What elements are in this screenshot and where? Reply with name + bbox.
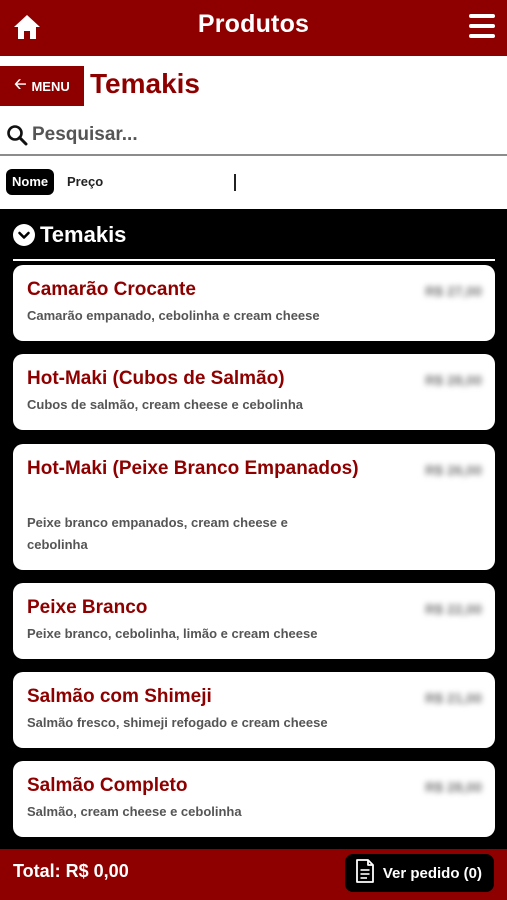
- product-name: Camarão Crocante: [27, 279, 196, 300]
- search-input[interactable]: [32, 120, 492, 150]
- product-price: R$ 22,00: [425, 601, 482, 617]
- product-description: Peixe branco empanados, cream cheese e c…: [27, 515, 288, 552]
- product-name: Salmão com Shimeji: [27, 686, 212, 707]
- chevron-down-circle-icon: [13, 224, 35, 246]
- sort-by-price-button[interactable]: Preço: [67, 174, 103, 189]
- order-total: Total: R$ 0,00: [13, 861, 129, 881]
- search-icon: [6, 124, 28, 146]
- product-name: Salmão Completo: [27, 775, 188, 796]
- section-title: Temakis: [40, 222, 127, 247]
- product-list-area: Temakis Camarão Crocante Camarão empanad…: [0, 209, 507, 849]
- product-name: Peixe Branco: [27, 597, 148, 618]
- product-price: R$ 21,00: [425, 690, 482, 706]
- top-bar: Produtos: [0, 0, 507, 56]
- product-price: R$ 26,00: [425, 462, 482, 478]
- product-card[interactable]: Camarão Crocante Camarão empanado, cebol…: [13, 265, 495, 341]
- product-card[interactable]: Hot-Maki (Cubos de Salmão) Cubos de salm…: [13, 354, 495, 430]
- product-price: R$ 28,00: [425, 372, 482, 388]
- category-title: Temakis: [90, 68, 200, 99]
- product-description: Cubos de salmão, cream cheese e cebolinh…: [27, 397, 304, 412]
- product-description: Camarão empanado, cebolinha e cream chee…: [27, 308, 320, 323]
- view-order-button[interactable]: Ver pedido (0): [344, 854, 494, 892]
- product-card[interactable]: Salmão Completo Salmão, cream cheese e c…: [13, 761, 495, 837]
- product-description: Peixe branco, cebolinha, limão e cream c…: [27, 626, 318, 641]
- sort-options: Nome Preço: [0, 160, 507, 209]
- product-card[interactable]: Salmão com Shimeji Salmão fresco, shimej…: [13, 672, 495, 748]
- product-price: R$ 28,00: [425, 779, 482, 795]
- text-cursor: [234, 174, 236, 191]
- product-description: Salmão fresco, shimeji refogado e cream …: [27, 715, 328, 730]
- back-button-label: MENU: [31, 78, 70, 94]
- page-title: Produtos: [197, 10, 310, 38]
- product-price: R$ 27,00: [425, 283, 482, 299]
- arrow-left-icon: 🡠: [14, 75, 27, 93]
- product-card[interactable]: Hot-Maki (Peixe Branco Empanados) Peixe …: [13, 444, 495, 570]
- product-card[interactable]: Peixe Branco Peixe branco, cebolinha, li…: [13, 583, 495, 659]
- product-description: Salmão, cream cheese e cebolinha: [27, 804, 242, 819]
- document-icon: [355, 859, 375, 887]
- bottom-bar: Total: R$ 0,00 Ver pedido (0): [0, 849, 507, 900]
- product-name: Hot-Maki (Peixe Branco Empanados): [27, 458, 359, 479]
- search-bar: [0, 114, 507, 156]
- back-to-menu-button[interactable]: 🡠 MENU: [0, 66, 84, 106]
- hamburger-menu-icon[interactable]: [469, 14, 495, 38]
- view-order-label: Ver pedido (0): [382, 864, 482, 882]
- sort-by-name-button[interactable]: Nome: [6, 169, 55, 195]
- section-header[interactable]: Temakis: [13, 222, 126, 248]
- section-divider: [13, 259, 495, 261]
- product-name: Hot-Maki (Cubos de Salmão): [27, 368, 285, 389]
